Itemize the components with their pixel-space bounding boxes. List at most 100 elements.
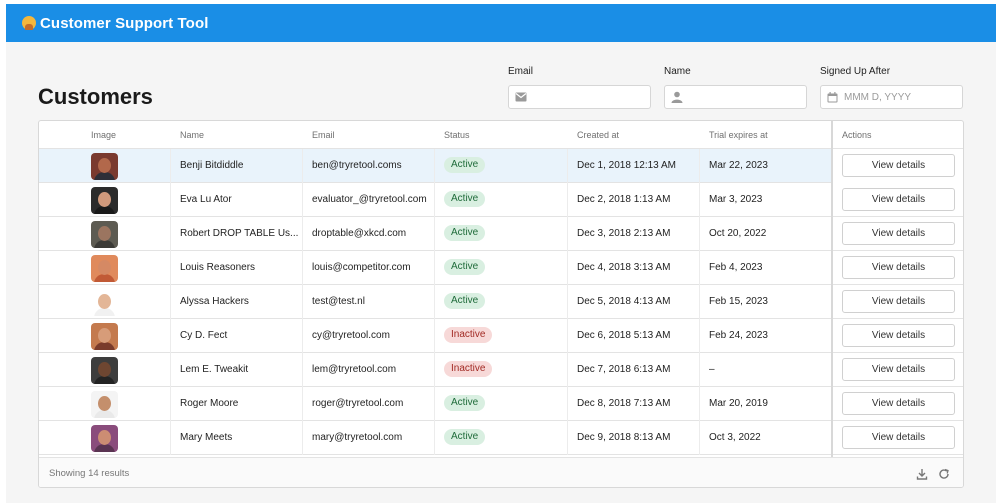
column-divider xyxy=(567,251,568,285)
column-divider xyxy=(699,217,700,251)
signed-up-after-input[interactable]: MMM D, YYYY xyxy=(820,85,963,109)
signed-up-after-placeholder: MMM D, YYYY xyxy=(844,91,912,103)
avatar-face xyxy=(98,260,111,275)
column-header-status[interactable]: Status xyxy=(444,121,470,149)
customer-name: Benji Bitdiddle xyxy=(180,160,244,171)
customer-avatar xyxy=(91,289,118,316)
avatar-face xyxy=(98,430,111,445)
results-count: Showing 14 results xyxy=(49,468,130,479)
column-divider xyxy=(302,319,303,353)
column-divider xyxy=(567,285,568,319)
column-header-created-at[interactable]: Created at xyxy=(577,121,619,149)
view-details-button[interactable]: View details xyxy=(842,358,955,381)
signed-up-after-filter: Signed Up After MMM D, YYYY xyxy=(820,66,963,109)
trial-expires-at: Mar 22, 2023 xyxy=(709,160,768,171)
status-cell: Active xyxy=(444,421,486,455)
name-filter-label: Name xyxy=(664,66,691,77)
status-cell: Inactive xyxy=(444,353,493,387)
actions-cell: View details xyxy=(833,183,963,217)
status-cell: Active xyxy=(444,183,486,217)
customer-name: Lem E. Tweakit xyxy=(180,364,249,375)
table-row[interactable]: Benji Bitdiddle ben@tryretool.coms Active D… xyxy=(39,149,963,183)
column-divider xyxy=(170,319,171,353)
email-filter-input[interactable] xyxy=(508,85,651,109)
table-row[interactable]: Robert DROP TABLE Us... droptable@xkcd.co… xyxy=(39,217,963,251)
column-divider xyxy=(567,421,568,455)
column-divider xyxy=(434,319,435,353)
column-divider xyxy=(302,183,303,217)
column-header-trial-expires[interactable]: Trial expires at xyxy=(709,121,768,149)
calendar-icon xyxy=(827,91,838,102)
download-icon[interactable] xyxy=(915,467,929,481)
table-row[interactable]: Lem E. Tweakit lem@tryretool.com Inactive D… xyxy=(39,353,963,387)
name-filter-input[interactable] xyxy=(664,85,807,109)
actions-cell: View details xyxy=(833,285,963,319)
column-divider xyxy=(302,251,303,285)
view-details-button[interactable]: View details xyxy=(842,392,955,415)
status-cell: Active xyxy=(444,149,486,183)
status-cell: Inactive xyxy=(444,319,493,353)
created-at: Dec 9, 2018 8:13 AM xyxy=(577,432,671,443)
view-details-button[interactable]: View details xyxy=(842,154,955,177)
created-at: Dec 1, 2018 12:13 AM xyxy=(577,160,676,171)
column-divider xyxy=(434,217,435,251)
avatar-face xyxy=(98,226,111,241)
column-divider xyxy=(434,149,435,183)
created-at: Dec 6, 2018 5:13 AM xyxy=(577,330,671,341)
view-details-button[interactable]: View details xyxy=(842,290,955,313)
column-divider xyxy=(434,421,435,455)
avatar-body xyxy=(94,274,115,282)
table-row[interactable]: Mary Meets mary@tryretool.com Active Dec 9,… xyxy=(39,421,963,455)
support-agent-icon xyxy=(22,16,36,30)
created-at: Dec 5, 2018 4:13 AM xyxy=(577,296,671,307)
status-cell: Active xyxy=(444,285,486,319)
avatar-body xyxy=(94,444,115,452)
view-details-button[interactable]: View details xyxy=(842,188,955,211)
column-header-name[interactable]: Name xyxy=(180,121,204,149)
table-row[interactable]: Alyssa Hackers test@test.nl Active Dec 5, 2… xyxy=(39,285,963,319)
column-header-actions: Actions xyxy=(842,130,872,140)
actions-cell: View details xyxy=(833,421,963,455)
envelope-icon xyxy=(515,92,527,102)
column-header-image[interactable]: Image xyxy=(91,121,116,149)
customer-avatar xyxy=(91,323,118,350)
table-row[interactable]: Cy D. Fect cy@tryretool.com Inactive Dec 6,… xyxy=(39,319,963,353)
email-filter: Email xyxy=(508,66,651,109)
avatar-body xyxy=(94,240,115,248)
column-divider xyxy=(302,217,303,251)
created-at: Dec 2, 2018 1:13 AM xyxy=(577,194,671,205)
refresh-icon[interactable] xyxy=(937,467,951,481)
table-footer: Showing 14 results xyxy=(39,457,963,487)
view-details-button[interactable]: View details xyxy=(842,426,955,449)
status-badge: Active xyxy=(444,395,486,412)
avatar-body xyxy=(94,206,115,214)
column-divider xyxy=(170,421,171,455)
customer-email: lem@tryretool.com xyxy=(312,364,397,375)
table-row[interactable]: Eva Lu Ator evaluator_@tryretool.com Activ… xyxy=(39,183,963,217)
status-cell: Active xyxy=(444,251,486,285)
column-divider xyxy=(170,387,171,421)
trial-expires-at: Oct 20, 2022 xyxy=(709,228,767,239)
column-divider xyxy=(567,183,568,217)
column-divider xyxy=(170,285,171,319)
customer-avatar xyxy=(91,391,118,418)
table-header: Image Name Email Status Created at Trial… xyxy=(39,121,963,149)
created-at: Dec 8, 2018 7:13 AM xyxy=(577,398,671,409)
customer-avatar xyxy=(91,425,118,452)
column-header-email[interactable]: Email xyxy=(312,121,335,149)
customer-email: louis@competitor.com xyxy=(312,262,411,273)
view-details-button[interactable]: View details xyxy=(842,324,955,347)
column-divider xyxy=(302,285,303,319)
status-badge: Active xyxy=(444,191,486,208)
column-divider xyxy=(699,251,700,285)
table-row[interactable]: Louis Reasoners louis@competitor.com Activ… xyxy=(39,251,963,285)
column-divider xyxy=(699,285,700,319)
column-divider xyxy=(567,217,568,251)
view-details-button[interactable]: View details xyxy=(842,256,955,279)
actions-column-divider xyxy=(831,121,833,457)
view-details-button[interactable]: View details xyxy=(842,222,955,245)
customer-avatar xyxy=(91,187,118,214)
table-row[interactable]: Roger Moore roger@tryretool.com Active Dec … xyxy=(39,387,963,421)
actions-cell: View details xyxy=(833,149,963,183)
page-title: Customers xyxy=(38,84,153,109)
